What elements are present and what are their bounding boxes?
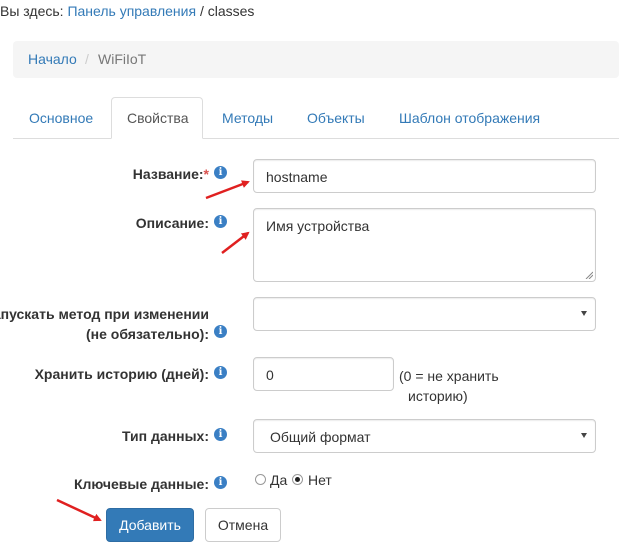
- annotation-arrow-icon: [56, 498, 102, 522]
- annotation-arrow-icon: [221, 231, 250, 254]
- annotation-arrows: [56, 180, 250, 522]
- annotation-arrow-icon: [205, 180, 250, 200]
